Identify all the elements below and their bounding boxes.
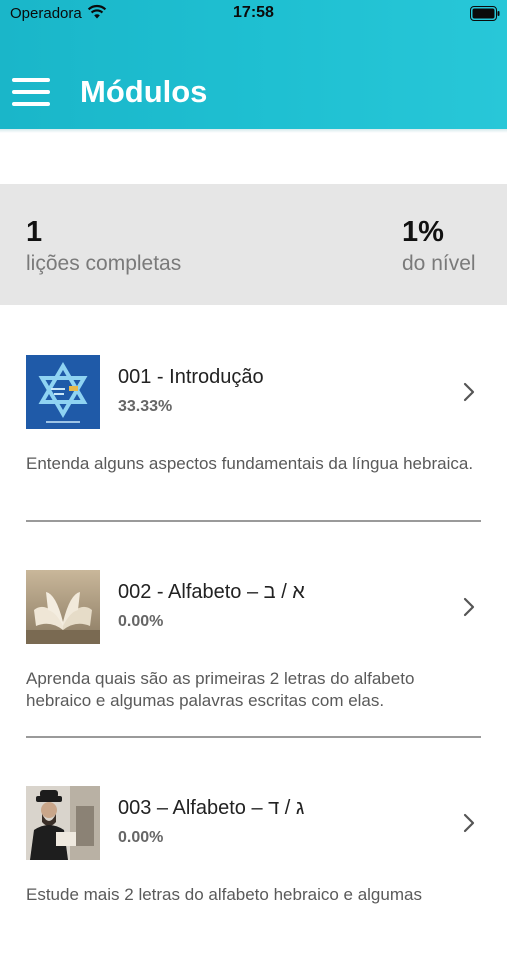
chevron-right-icon[interactable]	[462, 381, 476, 403]
divider	[26, 736, 481, 738]
level-label: do nível	[402, 252, 476, 275]
book-photo-icon	[26, 570, 100, 644]
person-photo-icon	[26, 786, 100, 860]
status-bar: Operadora 17:58	[0, 0, 507, 28]
divider	[26, 520, 481, 522]
star-of-david-icon	[26, 355, 100, 429]
completed-lessons-label: lições completas	[26, 252, 182, 275]
app-header: Operadora 17:58 Módulos	[0, 0, 507, 130]
clock: 17:58	[233, 4, 274, 21]
module-description: Aprenda quais são as primeiras 2 letras …	[26, 669, 415, 710]
module-progress: 33.33%	[118, 398, 173, 415]
module-item-003[interactable]: 003 – Alfabeto – ג / ד 0.00% Estude mais…	[0, 786, 507, 976]
chevron-right-icon[interactable]	[462, 596, 476, 618]
module-description: Entenda alguns aspectos fundamentais da …	[26, 454, 474, 473]
module-progress: 0.00%	[118, 829, 164, 846]
module-thumbnail	[26, 355, 100, 429]
menu-icon[interactable]	[12, 78, 50, 106]
module-item-001[interactable]: 001 - Introdução 33.33% Entenda alguns a…	[0, 355, 507, 545]
module-progress: 0.00%	[118, 613, 164, 630]
header-shadow	[0, 129, 507, 133]
page-title: Módulos	[80, 74, 208, 109]
module-description: Estude mais 2 letras do alfabeto hebraic…	[26, 885, 422, 904]
module-title: 003 – Alfabeto – ג / ד	[118, 797, 305, 819]
completed-lessons-count: 1	[26, 216, 43, 248]
module-item-002[interactable]: 002 - Alfabeto – א / ב 0.00% Aprenda qua…	[0, 570, 507, 760]
battery-icon	[470, 6, 500, 21]
module-title: 002 - Alfabeto – א / ב	[118, 581, 305, 603]
progress-summary: 1 lições completas 1% do nível	[0, 184, 507, 305]
module-title: 001 - Introdução	[118, 366, 264, 388]
level-percent: 1%	[402, 216, 444, 248]
module-thumbnail	[26, 570, 100, 644]
chevron-right-icon[interactable]	[462, 812, 476, 834]
module-thumbnail	[26, 786, 100, 860]
